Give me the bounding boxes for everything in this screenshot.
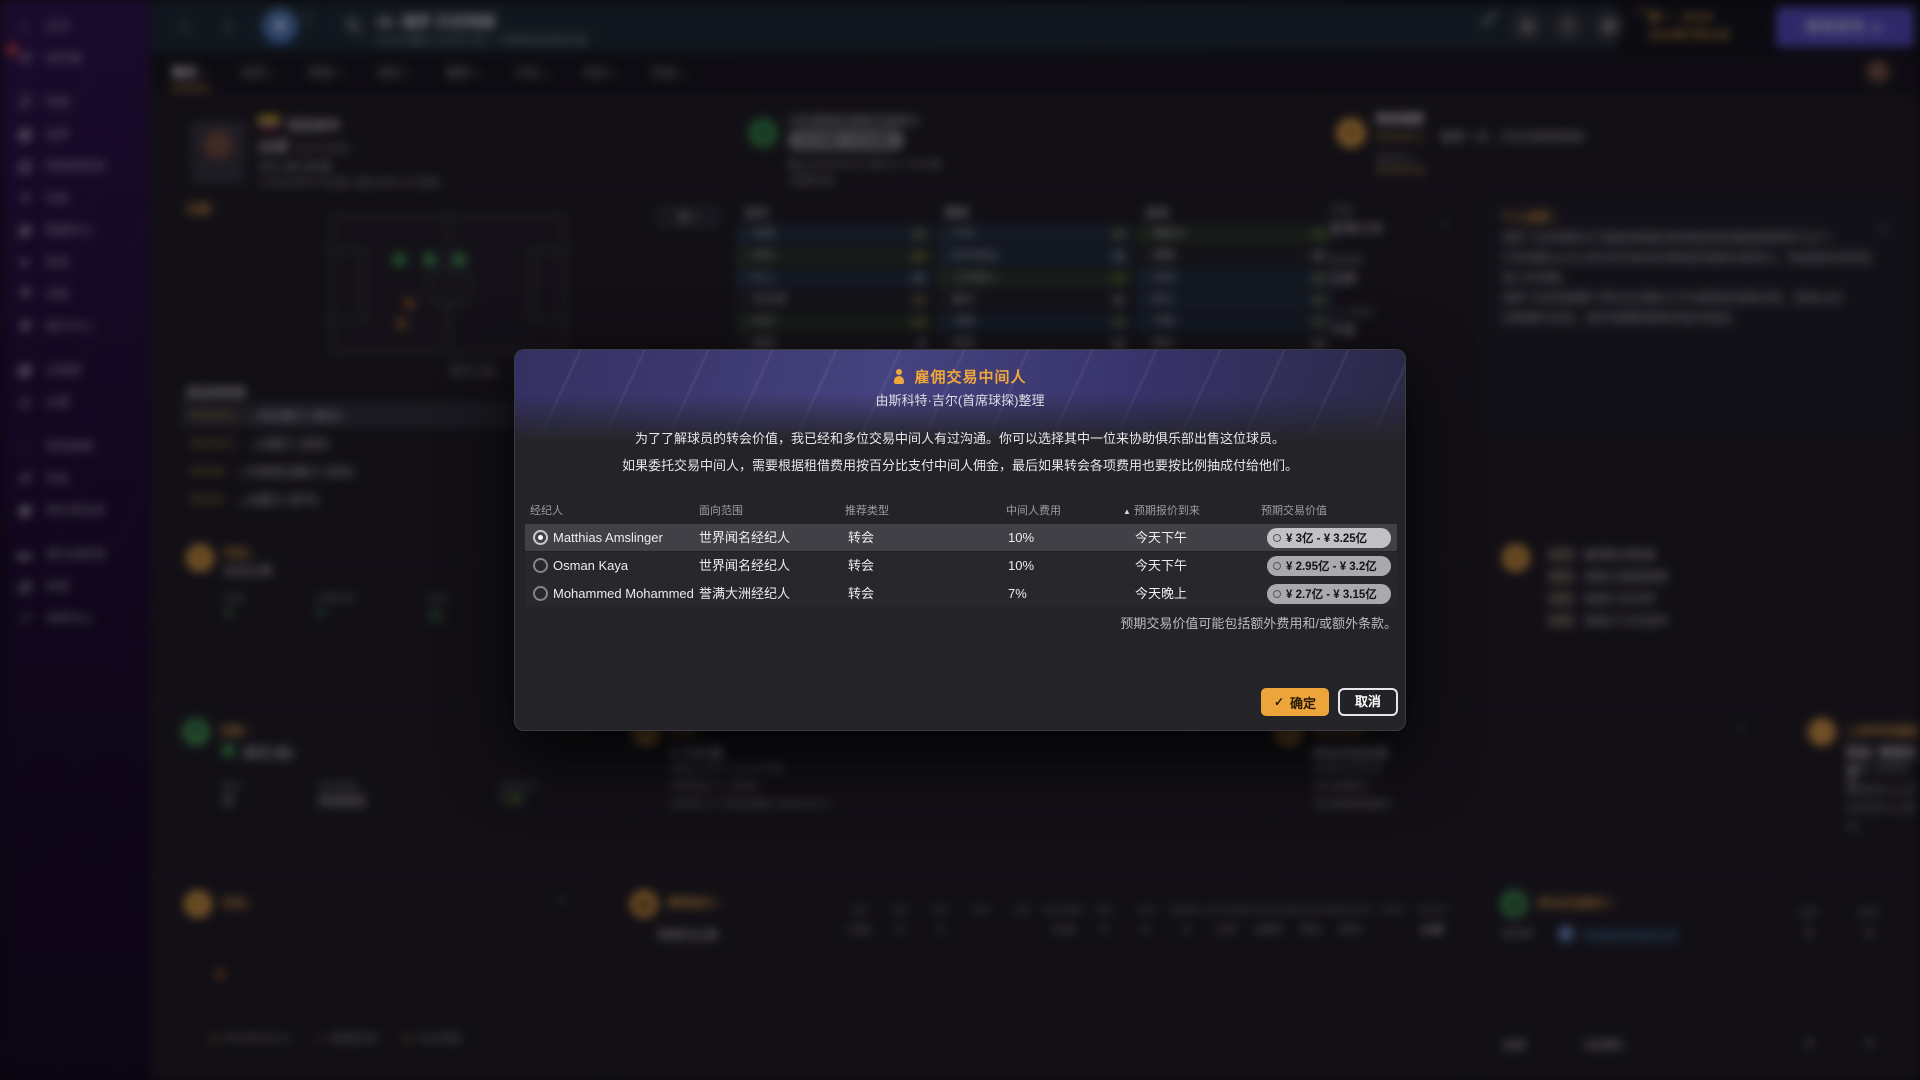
agent-type: 转会 xyxy=(848,524,874,551)
agent-person-icon xyxy=(893,369,905,385)
expected-value-pill[interactable]: ¥ 2.7亿 - ¥ 3.15亿 xyxy=(1267,584,1391,604)
sort-ascending-icon: ▲ xyxy=(1123,507,1131,516)
col-header-arrival[interactable]: ▲预期报价到来 xyxy=(1123,502,1200,518)
pill-dot-icon xyxy=(1273,534,1281,542)
agent-arrival: 今天下午 xyxy=(1135,552,1187,579)
agent-name: Osman Kaya xyxy=(553,552,628,579)
agent-type: 转会 xyxy=(848,552,874,579)
pill-dot-icon xyxy=(1273,590,1281,598)
expected-value-pill[interactable]: ¥ 3亿 - ¥ 3.25亿 xyxy=(1267,528,1391,548)
intermediary-row[interactable]: Matthias Amslinger 世界闻名经纪人 转会 10% 今天下午 ¥… xyxy=(525,524,1397,551)
agent-name: Mohammed Mohammed xyxy=(553,580,694,607)
dialog-paragraph-1: 为了了解球员的转会价值，我已经和多位交易中间人有过沟通。你可以选择其中一位来协助… xyxy=(515,428,1405,447)
expected-value-pill[interactable]: ¥ 2.95亿 - ¥ 3.2亿 xyxy=(1267,556,1391,576)
agent-scope: 世界闻名经纪人 xyxy=(699,552,790,579)
col-header-fee[interactable]: 中间人费用 xyxy=(1006,502,1061,518)
intermediary-row[interactable]: Osman Kaya 世界闻名经纪人 转会 10% 今天下午 ¥ 2.95亿 -… xyxy=(525,552,1397,579)
agent-arrival: 今天晚上 xyxy=(1135,580,1187,607)
pill-dot-icon xyxy=(1273,562,1281,570)
agent-scope: 世界闻名经纪人 xyxy=(699,524,790,551)
dialog-paragraph-2: 如果委托交易中间人，需要根据租借费用按百分比支付中间人佣金，最后如果转会各项费用… xyxy=(515,455,1405,474)
radio-button[interactable] xyxy=(533,558,548,573)
radio-button[interactable] xyxy=(533,530,548,545)
col-header-type[interactable]: 推荐类型 xyxy=(845,502,889,518)
fm-window: ⌂ 主页 ✉1 收件箱 ☰ 阵容 ▦ 战术 ▤ 阵容规划员 ✦ 动态 xyxy=(0,0,1920,1080)
col-header-value[interactable]: 预期交易价值 xyxy=(1261,502,1327,518)
agent-scope: 誉满大洲经纪人 xyxy=(699,580,790,607)
dialog-subtitle: 由斯科特·吉尔(首席球探)整理 xyxy=(515,390,1405,409)
radio-button[interactable] xyxy=(533,586,548,601)
intermediary-row[interactable]: Mohammed Mohammed 誉满大洲经纪人 转会 7% 今天晚上 ¥ 2… xyxy=(525,580,1397,607)
confirm-button[interactable]: 确定 xyxy=(1261,688,1329,716)
dialog-footnote: 预期交易价值可能包括额外费用和/或额外条款。 xyxy=(525,613,1397,632)
agent-fee: 10% xyxy=(1008,552,1034,579)
agent-type: 转会 xyxy=(848,580,874,607)
cancel-button[interactable]: 取消 xyxy=(1338,688,1398,716)
agent-fee: 10% xyxy=(1008,524,1034,551)
agent-name: Matthias Amslinger xyxy=(553,524,663,551)
dialog-title: 雇佣交易中间人 xyxy=(914,366,1026,387)
col-header-agent[interactable]: 经纪人 xyxy=(530,502,563,518)
agent-arrival: 今天下午 xyxy=(1135,524,1187,551)
hire-intermediary-dialog: 雇佣交易中间人 由斯科特·吉尔(首席球探)整理 为了了解球员的转会价值，我已经和… xyxy=(514,349,1406,731)
check-icon xyxy=(1274,695,1284,709)
agent-fee: 7% xyxy=(1008,580,1027,607)
col-header-scope[interactable]: 面向范围 xyxy=(699,502,743,518)
